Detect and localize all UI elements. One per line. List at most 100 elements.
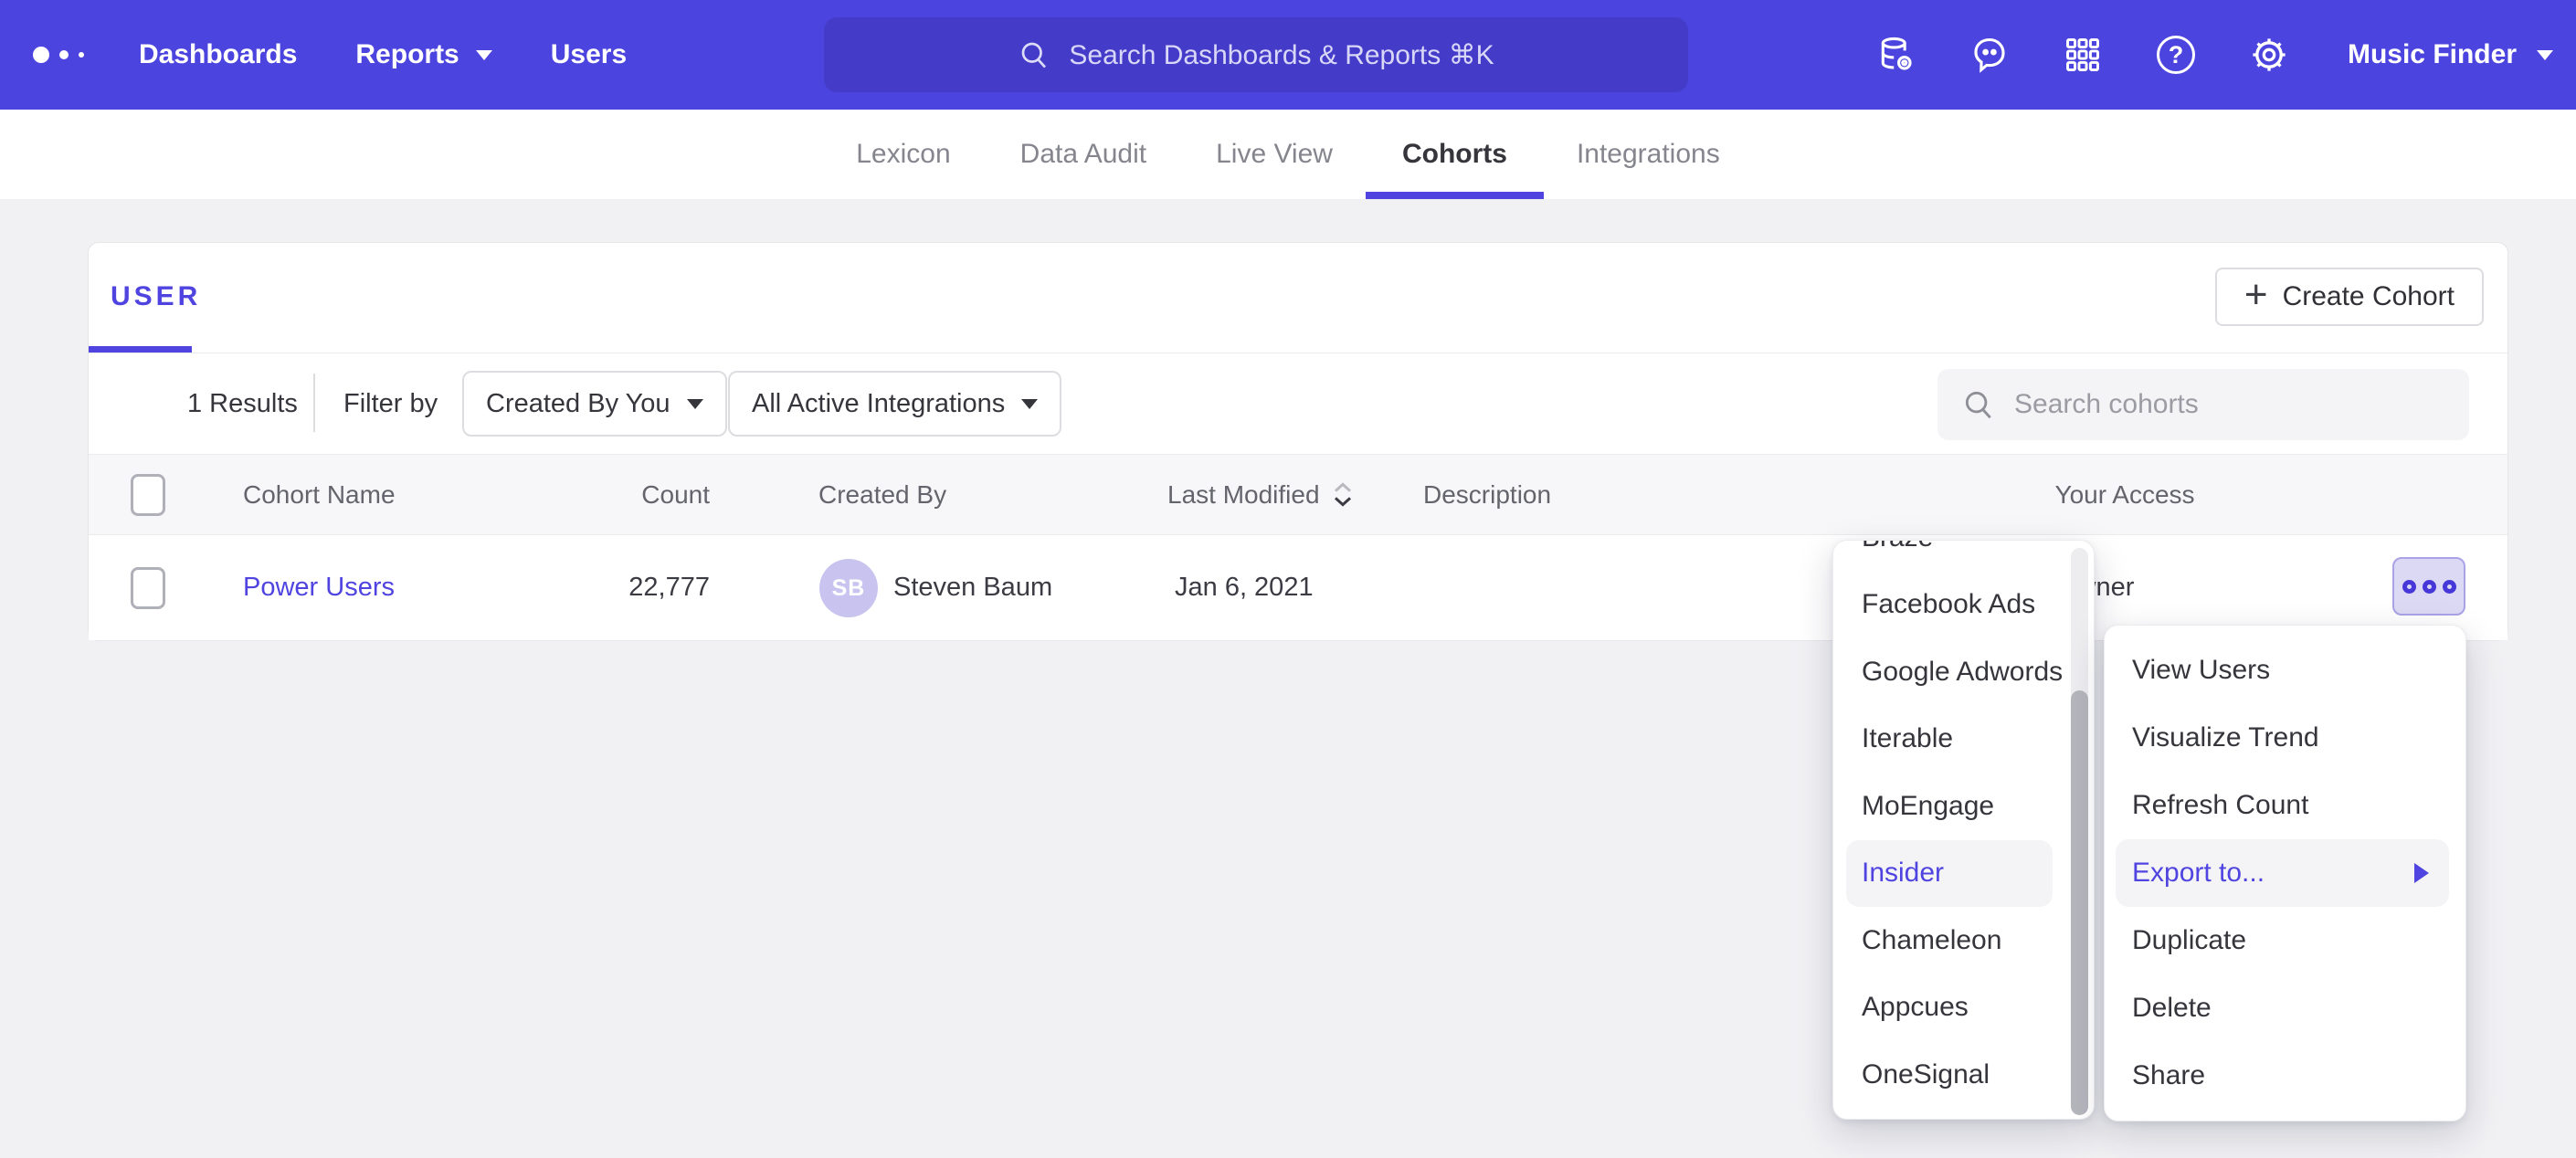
nav-item-label: Reports — [355, 39, 459, 70]
nav-item-label: Users — [551, 39, 627, 70]
chevron-down-icon — [2537, 50, 2553, 60]
search-cohorts-placeholder: Search cohorts — [2014, 389, 2199, 420]
results-count: 1 Results — [187, 353, 298, 454]
search-icon — [1018, 38, 1050, 71]
search-cohorts-input[interactable]: Search cohorts — [1937, 369, 2469, 440]
tab-cohorts[interactable]: Cohorts — [1402, 110, 1507, 199]
select-all-checkbox[interactable] — [131, 474, 165, 516]
tab-data-audit[interactable]: Data Audit — [1020, 110, 1146, 199]
submenu-item-onesignal[interactable]: OneSignal — [1833, 1041, 2094, 1109]
submenu-item-facebook-ads[interactable]: Facebook Ads — [1833, 572, 2094, 639]
ellipsis-dot — [2402, 580, 2416, 594]
submenu-item-appcues[interactable]: Appcues — [1833, 974, 2094, 1042]
submenu-arrow-icon — [2414, 863, 2429, 883]
chevron-down-icon — [476, 50, 492, 60]
ellipsis-dot — [2443, 580, 2456, 594]
submenu-item-insider[interactable]: Insider — [1846, 840, 2053, 908]
active-tab-underline — [89, 346, 192, 353]
scrollbar-thumb[interactable] — [2071, 690, 2088, 1115]
menu-item-visualize-trend[interactable]: Visualize Trend — [2105, 704, 2465, 772]
nav-item-dashboards[interactable]: Dashboards — [139, 39, 297, 70]
ellipsis-dot — [2423, 580, 2436, 594]
tab-integrations[interactable]: Integrations — [1577, 110, 1720, 199]
global-search-placeholder: Search Dashboards & Reports ⌘K — [1069, 39, 1494, 71]
top-navigation-bar: Dashboards Reports Users Search Dashboar… — [0, 0, 2576, 110]
table-header-row: Cohort Name Count Created By Last Modifi… — [89, 455, 2507, 535]
tab-live-view[interactable]: Live View — [1216, 110, 1333, 199]
apps-grid-icon[interactable] — [2063, 35, 2103, 75]
tab-user-cohorts[interactable]: USER — [111, 281, 201, 312]
nav-item-users[interactable]: Users — [551, 39, 627, 70]
menu-item-refresh-count[interactable]: Refresh Count — [2105, 772, 2465, 839]
menu-item-export-to[interactable]: Export to... — [2116, 839, 2449, 907]
help-icon[interactable] — [2156, 35, 2196, 75]
column-header-description[interactable]: Description — [1423, 455, 1551, 535]
column-header-last-modified[interactable]: Last Modified — [1167, 455, 1355, 535]
tab-label: Cohorts — [1402, 139, 1507, 170]
cohort-name-link[interactable]: Power Users — [243, 535, 395, 640]
column-header-your-access[interactable]: Your Access — [2033, 455, 2216, 535]
column-header-count[interactable]: Count — [545, 455, 710, 535]
row-actions-button[interactable] — [2392, 557, 2465, 616]
cohorts-page: USER Create Cohort 1 Results Filter by C… — [0, 199, 2576, 1158]
column-header-created-by[interactable]: Created By — [818, 455, 946, 535]
tab-label: Lexicon — [856, 139, 950, 170]
filter-created-by-dropdown[interactable]: Created By You — [462, 371, 727, 437]
menu-item-duplicate[interactable]: Duplicate — [2105, 907, 2465, 974]
data-settings-icon[interactable] — [1876, 35, 1916, 75]
filter-label: All Active Integrations — [752, 389, 1005, 419]
global-search-bar[interactable]: Search Dashboards & Reports ⌘K — [824, 17, 1688, 92]
create-cohort-button[interactable]: Create Cohort — [2215, 268, 2484, 326]
plus-icon — [2244, 275, 2268, 315]
filter-toolbar: 1 Results Filter by Created By You All A… — [89, 353, 2507, 455]
feedback-icon[interactable] — [1969, 35, 2010, 75]
filter-integrations-dropdown[interactable]: All Active Integrations — [728, 371, 1061, 437]
menu-item-delete[interactable]: Delete — [2105, 974, 2465, 1042]
nav-item-reports[interactable]: Reports — [355, 39, 491, 70]
primary-nav-links: Dashboards Reports Users — [139, 0, 627, 110]
mixpanel-logo[interactable] — [33, 0, 84, 110]
tab-label: Data Audit — [1020, 139, 1146, 170]
cohort-count: 22,777 — [545, 535, 710, 640]
submenu-item-google-adwords[interactable]: Google Adwords — [1833, 638, 2094, 706]
cohorts-card: USER Create Cohort 1 Results Filter by C… — [88, 242, 2508, 641]
sort-icon — [1331, 481, 1355, 509]
project-name: Music Finder — [2348, 39, 2517, 70]
vertical-divider — [313, 374, 315, 432]
chevron-down-icon — [1021, 399, 1038, 409]
column-header-label: Last Modified — [1167, 480, 1320, 510]
submenu-item-braze[interactable]: Braze — [1833, 540, 2094, 572]
menu-item-label: Export to... — [2132, 858, 2265, 889]
row-checkbox[interactable] — [131, 567, 165, 609]
project-selector[interactable]: Music Finder — [2348, 39, 2553, 70]
filter-label: Created By You — [486, 389, 670, 419]
settings-gear-icon[interactable] — [2249, 35, 2289, 75]
export-destination-submenu: Braze Facebook Ads Google Adwords Iterab… — [1832, 540, 2095, 1120]
export-destination-list: Braze Facebook Ads Google Adwords Iterab… — [1833, 540, 2094, 1109]
create-cohort-label: Create Cohort — [2283, 281, 2455, 312]
tab-label: Live View — [1216, 139, 1333, 170]
logo-dot-small — [79, 52, 84, 58]
menu-item-share[interactable]: Share — [2105, 1042, 2465, 1110]
search-icon — [1961, 387, 1996, 422]
logo-dot-large — [33, 47, 49, 63]
row-context-menu: View Users Visualize Trend Refresh Count… — [2104, 625, 2466, 1121]
tab-lexicon[interactable]: Lexicon — [856, 110, 950, 199]
submenu-item-moengage[interactable]: MoEngage — [1833, 773, 2094, 840]
column-header-cohort-name[interactable]: Cohort Name — [243, 455, 396, 535]
nav-item-label: Dashboards — [139, 39, 297, 70]
filter-by-label: Filter by — [343, 353, 438, 454]
created-by-name: Steven Baum — [893, 535, 1052, 640]
submenu-item-chameleon[interactable]: Chameleon — [1833, 907, 2094, 974]
cohorts-card-header: USER Create Cohort — [89, 243, 2507, 353]
menu-item-view-users[interactable]: View Users — [2105, 637, 2465, 704]
chevron-down-icon — [687, 399, 703, 409]
question-mark-glyph — [2157, 36, 2195, 74]
logo-dot-medium — [59, 50, 69, 59]
avatar: SB — [819, 559, 878, 617]
last-modified-date: Jan 6, 2021 — [1175, 535, 1314, 640]
tab-label: Integrations — [1577, 139, 1720, 170]
top-nav-right-controls: Music Finder — [1876, 0, 2553, 110]
submenu-item-iterable[interactable]: Iterable — [1833, 706, 2094, 774]
section-tab-bar: Lexicon Data Audit Live View Cohorts Int… — [0, 110, 2576, 199]
